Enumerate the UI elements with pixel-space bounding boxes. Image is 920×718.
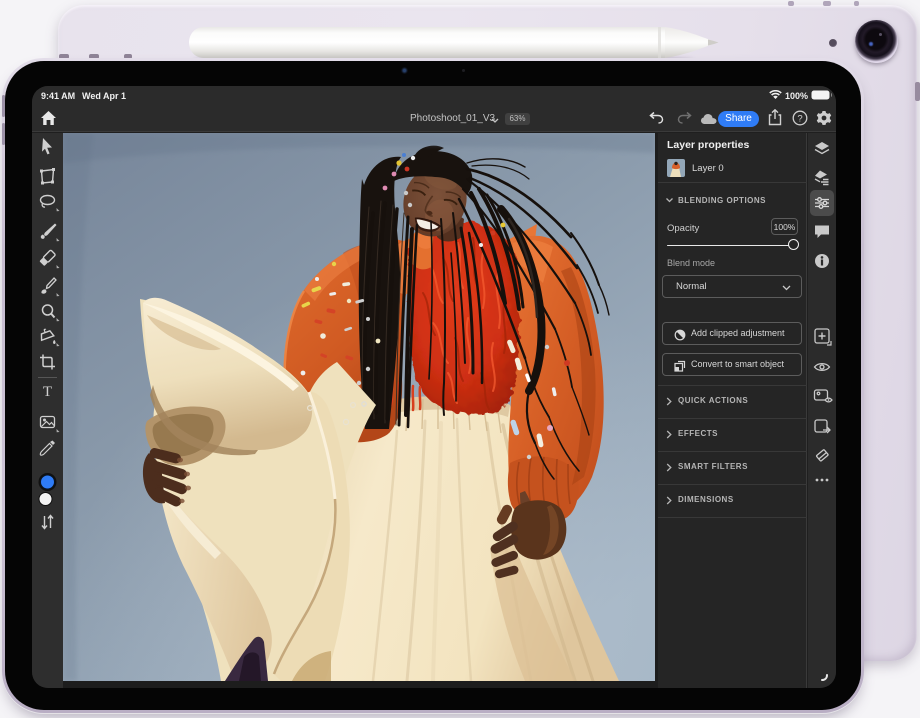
svg-text:?: ? — [797, 113, 802, 124]
svg-text:T: T — [43, 384, 52, 400]
